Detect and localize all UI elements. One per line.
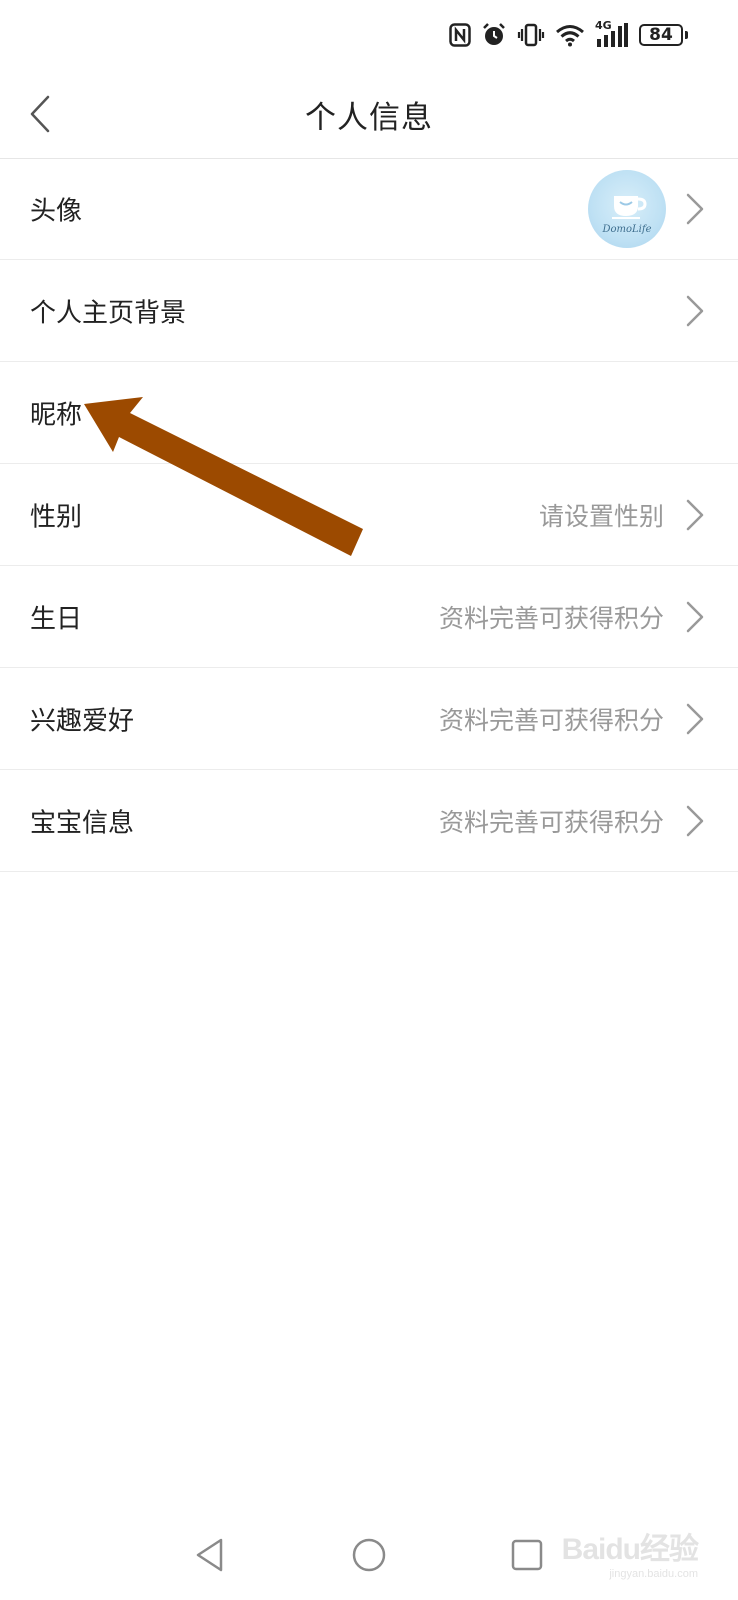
- row-avatar[interactable]: 头像 DomoLife: [0, 158, 738, 260]
- nav-home-button[interactable]: [344, 1530, 394, 1580]
- row-birthday[interactable]: 生日 资料完善可获得积分: [0, 566, 738, 668]
- page-title: 个人信息: [305, 100, 433, 136]
- battery-level: 84: [639, 24, 683, 46]
- chevron-right-icon: [686, 805, 704, 836]
- cup-icon: [612, 195, 647, 219]
- row-label: 宝宝信息: [30, 808, 135, 838]
- row-profile-background[interactable]: 个人主页背景: [0, 260, 738, 362]
- row-label: 生日: [30, 604, 83, 634]
- row-baby-info[interactable]: 宝宝信息 资料完善可获得积分: [0, 770, 738, 872]
- status-bar: 4G 84: [0, 0, 738, 70]
- vibrate-icon: [517, 23, 545, 47]
- chevron-right-icon: [686, 193, 704, 224]
- row-value: 资料完善可获得积分: [438, 705, 664, 735]
- avatar-text: DomoLife: [602, 223, 652, 235]
- profile-list: 头像 DomoLife 个人主页背景 昵称 性别 请设置性别 生日 资料完善可获…: [0, 158, 738, 872]
- recents-square-icon: [511, 1539, 543, 1571]
- row-label: 昵称: [30, 400, 83, 430]
- nav-recents-button[interactable]: [502, 1530, 552, 1580]
- row-label: 个人主页背景: [30, 298, 187, 328]
- watermark-sub: jingyan.baidu.com: [609, 1568, 698, 1580]
- app-header: 个人信息: [0, 70, 738, 159]
- row-value: 请设置性别: [538, 501, 664, 531]
- nav-back-button[interactable]: [185, 1530, 235, 1580]
- row-label: 头像: [30, 196, 83, 226]
- chevron-right-icon: [686, 703, 704, 734]
- chevron-right-icon: [686, 499, 704, 530]
- avatar: DomoLife: [588, 169, 666, 248]
- row-value: 资料完善可获得积分: [438, 603, 664, 633]
- chevron-right-icon: [686, 601, 704, 632]
- signal-4g-icon: 4G: [595, 19, 629, 48]
- wifi-icon: [556, 25, 584, 47]
- chevron-right-icon: [686, 295, 704, 326]
- row-gender[interactable]: 性别 请设置性别: [0, 464, 738, 566]
- row-hobbies[interactable]: 兴趣爱好 资料完善可获得积分: [0, 668, 738, 770]
- row-label: 兴趣爱好: [30, 706, 135, 736]
- back-triangle-icon: [196, 1538, 223, 1572]
- status-icons: 4G 84: [449, 19, 688, 50]
- row-label: 性别: [30, 502, 83, 532]
- watermark-logo: Baidu经验: [561, 1533, 699, 1566]
- system-nav-bar: Baidu经验 jingyan.baidu.com: [0, 1510, 738, 1600]
- baidu-watermark: Baidu经验 jingyan.baidu.com: [561, 1524, 699, 1580]
- home-circle-icon: [352, 1538, 386, 1572]
- row-nickname[interactable]: 昵称: [0, 362, 738, 464]
- row-value: 资料完善可获得积分: [438, 807, 664, 837]
- nfc-icon: [449, 23, 471, 47]
- battery-icon: 84: [639, 24, 688, 46]
- alarm-icon: [483, 23, 505, 45]
